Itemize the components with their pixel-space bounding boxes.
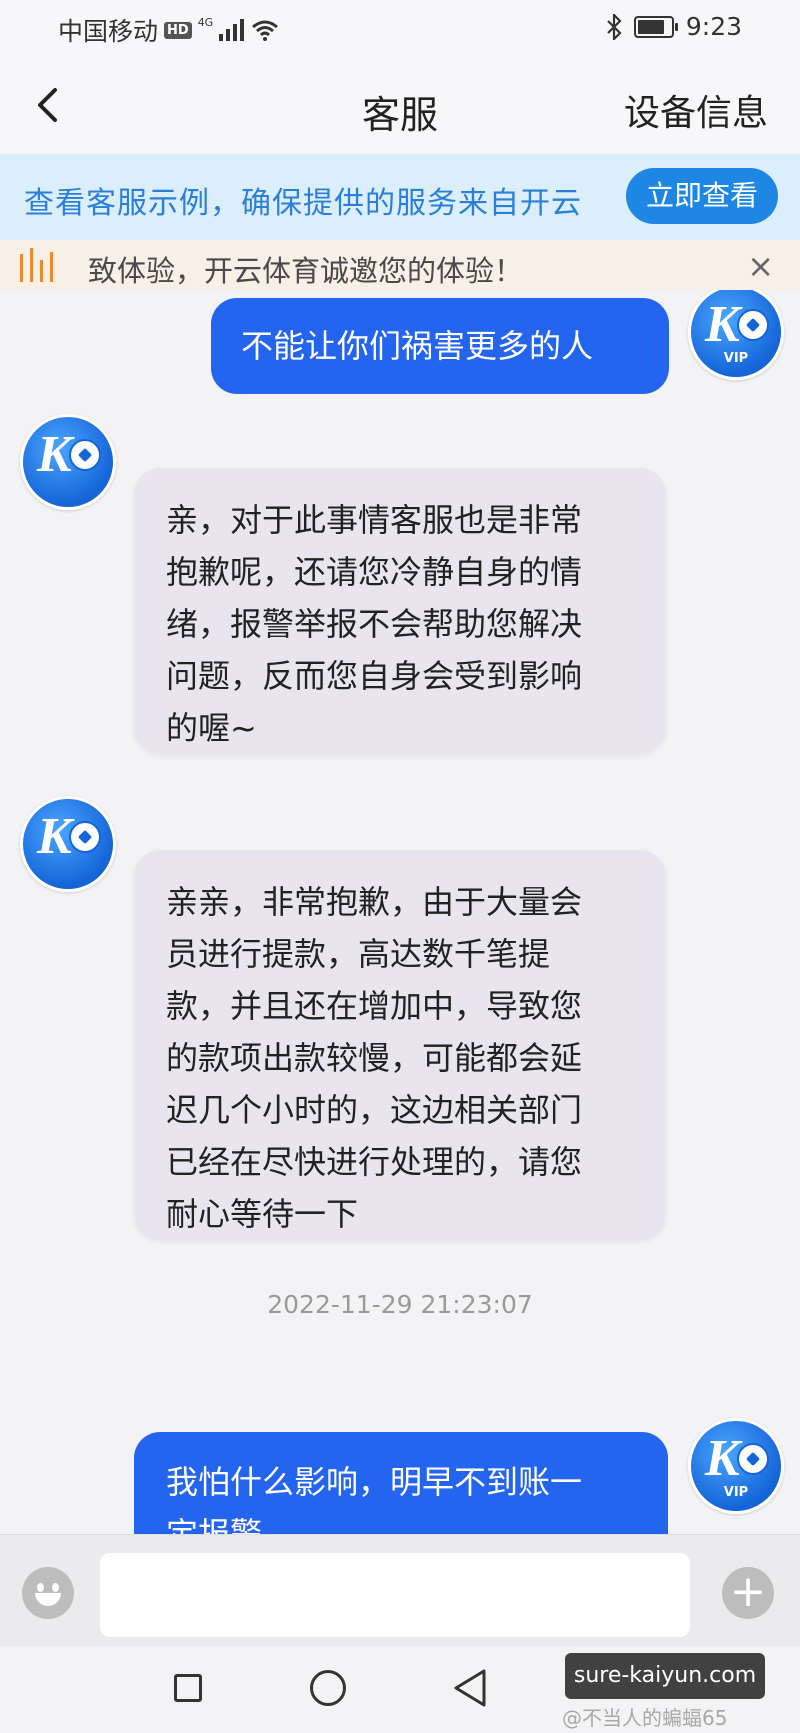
message-line: 亲亲，非常抱歉，由于大量会 (166, 883, 583, 921)
battery-icon (633, 15, 678, 38)
network-type-label: 4G (197, 15, 214, 29)
clock: 9:23 (685, 12, 742, 41)
example-banner: 查看客服示例，确保提供的服务来自开云 立即查看 (0, 154, 800, 240)
user-message: 我怕什么影响，明早不到账一 定报警 (134, 1432, 668, 1534)
message-input[interactable] (100, 1553, 690, 1637)
message-line: 迟几个小时的，这边相关部门 (166, 1091, 583, 1129)
status-right: 9:23 (606, 12, 742, 41)
header: 客服 设备信息 (0, 58, 800, 154)
message-line: 问题，反而您自身会受到影响 (166, 657, 583, 695)
message-line: 款，并且还在增加中，导致您 (166, 987, 583, 1025)
agent-message: 亲，对于此事情客服也是非常 抱歉呢，还请您冷静自身的情 绪，报警举报不会帮助您解… (134, 468, 666, 754)
message-line: 已经在尽快进行处理的，请您 (166, 1143, 583, 1181)
message-line: 的喔~ (166, 709, 257, 747)
input-bar: + (0, 1534, 800, 1647)
hd-badge: HD (164, 21, 192, 39)
carrier-label: 中国移动 (58, 17, 159, 46)
user-message: 不能让你们祸害更多的人 (211, 298, 669, 394)
agent-message: 亲亲，非常抱歉，由于大量会 员进行提款，高达数千笔提 款，并且还在增加中，导致您… (134, 850, 666, 1240)
message-line: 耐心等待一下 (166, 1195, 359, 1233)
message-line: 的款项出款较慢，可能都会延 (166, 1039, 583, 1077)
home-button[interactable] (310, 1670, 346, 1706)
message-line: 员进行提款，高达数千笔提 (166, 935, 551, 973)
banner-text: 查看客服示例，确保提供的服务来自开云 (24, 186, 582, 221)
status-bar: 中国移动 HD 4G 9:23 (0, 0, 800, 58)
message-timestamp: 2022-11-29 21:23:07 (267, 1290, 533, 1319)
chat-area[interactable]: 不能让你们祸害更多的人 K VIP K 亲，对于此事情客服也是非常 抱歉呢，还请… (0, 290, 800, 1534)
notice-bar: 致体验，开云体育诚邀您的体验！ × (0, 240, 800, 290)
sound-wave-icon (20, 248, 53, 282)
bluetooth-icon (607, 13, 622, 40)
vip-label: VIP (723, 351, 749, 366)
message-text: 不能让你们祸害更多的人 (241, 327, 594, 365)
wifi-icon (252, 20, 279, 41)
signal-icon (219, 19, 245, 41)
message-line: 绪，报警举报不会帮助您解决 (166, 605, 583, 643)
emoji-button[interactable] (22, 1567, 74, 1619)
site-watermark: sure-kaiyun.com (565, 1653, 765, 1699)
message-line: 我怕什么影响，明早不到账一 (166, 1463, 583, 1501)
plus-button[interactable]: + (722, 1567, 774, 1619)
view-now-button[interactable]: 立即查看 (626, 168, 778, 224)
agent-avatar[interactable]: K (20, 414, 116, 510)
agent-avatar[interactable]: K (20, 796, 116, 892)
user-avatar[interactable]: K VIP (688, 1418, 784, 1514)
vip-label: VIP (723, 1485, 749, 1500)
author-watermark: @不当人的蝙蝠65 (562, 1706, 728, 1730)
status-left: 中国移动 HD 4G (58, 12, 279, 48)
message-line: 定报警 (166, 1515, 263, 1534)
message-line: 亲，对于此事情客服也是非常 (166, 501, 583, 539)
notice-text: 致体验，开云体育诚邀您的体验！ (88, 254, 524, 288)
back-triangle-icon[interactable] (452, 1668, 488, 1708)
recent-apps-button[interactable] (174, 1674, 202, 1702)
user-avatar[interactable]: K VIP (688, 290, 784, 380)
close-icon[interactable]: × (747, 247, 774, 285)
message-line: 抱歉呢，还请您冷静自身的情 (166, 553, 583, 591)
device-info-button[interactable]: 设备信息 (624, 84, 768, 136)
